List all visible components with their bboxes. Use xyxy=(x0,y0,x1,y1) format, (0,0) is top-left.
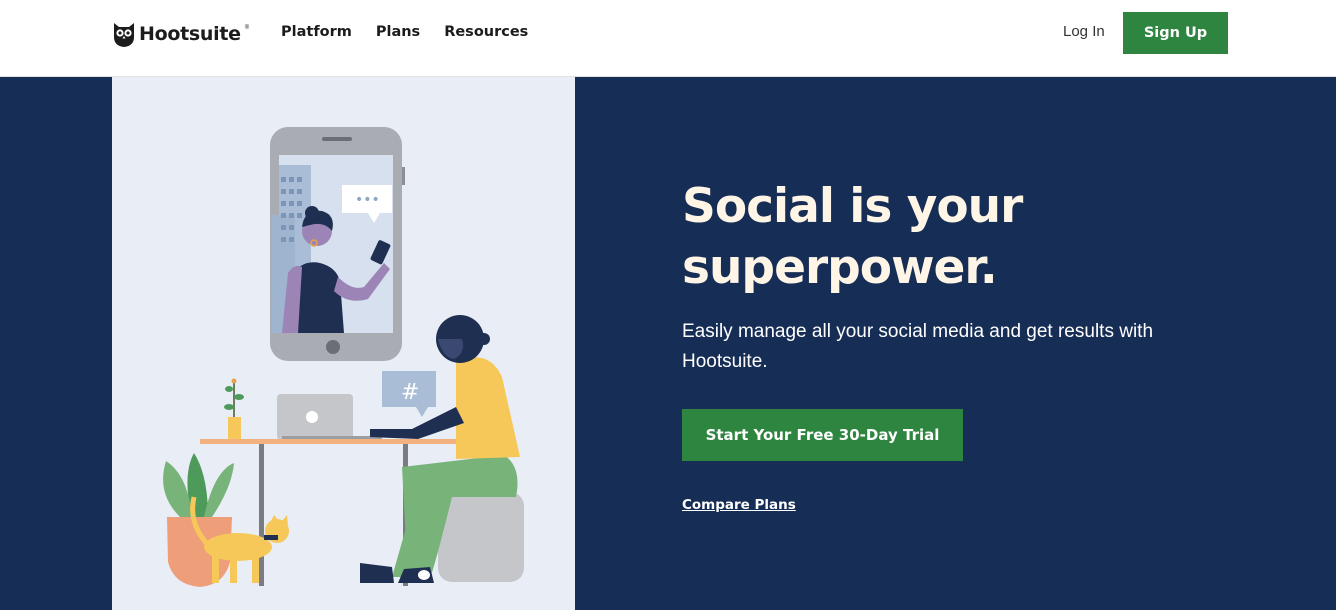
hashtag-bubble-illustration: # xyxy=(382,371,436,417)
start-free-trial-button[interactable]: Start Your Free 30-Day Trial xyxy=(682,409,963,461)
illustration-art: ••• # xyxy=(163,127,524,587)
desk-plant-illustration xyxy=(224,378,244,439)
floor-plant-illustration xyxy=(163,453,234,587)
signup-button[interactable]: Sign Up xyxy=(1123,12,1228,54)
hero-headline: Social is your superpower. xyxy=(682,179,1023,295)
login-link[interactable]: Log In xyxy=(1063,22,1105,42)
site-header: Hootsuite ® Platform Plans Resources Log… xyxy=(0,0,1336,77)
hero-subtext: Easily manage all your social media and … xyxy=(682,321,1154,372)
hero-section: ••• # Social is your superpower. Easily … xyxy=(0,77,1336,610)
nav-platform[interactable]: Platform xyxy=(281,22,352,42)
hootsuite-logo[interactable]: Hootsuite ® xyxy=(113,20,249,48)
hero-illustration: ••• # xyxy=(112,77,575,610)
chat-bubble-dots: ••• xyxy=(355,192,380,208)
compare-plans-link[interactable]: Compare Plans xyxy=(682,497,796,513)
owl-logo-icon xyxy=(114,23,134,47)
registered-mark: ® xyxy=(244,25,250,31)
phone-illustration xyxy=(270,127,405,361)
nav-plans[interactable]: Plans xyxy=(376,22,420,42)
hashtag-symbol: # xyxy=(401,380,419,405)
nav-resources[interactable]: Resources xyxy=(444,22,528,42)
laptop-illustration xyxy=(277,394,382,440)
logo-wordmark: Hootsuite xyxy=(139,23,241,45)
main-nav: Platform Plans Resources xyxy=(281,22,528,42)
